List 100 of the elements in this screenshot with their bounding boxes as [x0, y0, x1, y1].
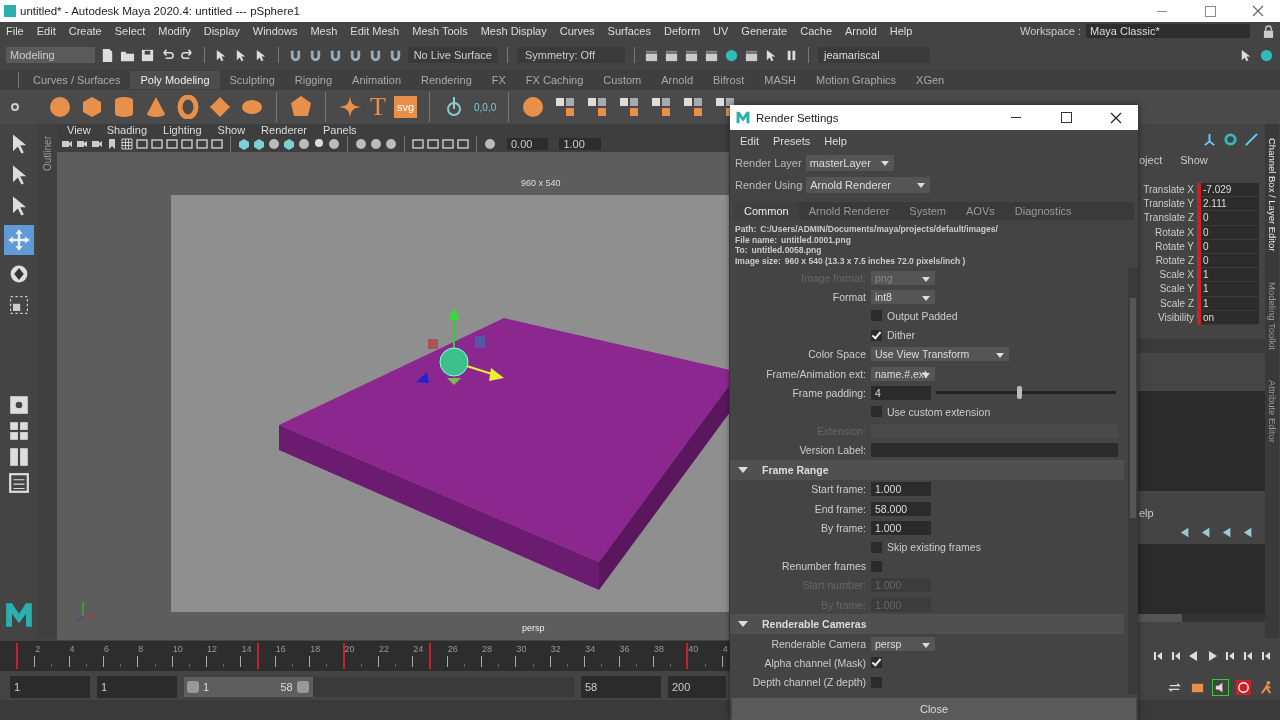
layer-editor-menu[interactable]: elp — [1139, 507, 1154, 520]
attribute-value[interactable]: 0 — [1201, 211, 1259, 226]
exposure-field[interactable]: 0.00 — [507, 138, 549, 150]
speaker-icon[interactable] — [1213, 679, 1228, 695]
sphere-icon[interactable] — [268, 138, 280, 150]
channel-box-menu[interactable]: Show — [1180, 154, 1208, 166]
settings-tab[interactable]: System — [899, 202, 957, 220]
camera-icon[interactable] — [76, 138, 88, 150]
attribute-value[interactable]: 2.111 — [1201, 197, 1259, 212]
checkbox[interactable] — [871, 676, 882, 688]
end-time-field[interactable]: 200 — [668, 676, 726, 698]
start-time-field[interactable]: 1 — [10, 676, 90, 698]
range-start-handle[interactable] — [187, 681, 199, 693]
freeze-transform-tool[interactable]: 0,0,0 — [474, 101, 497, 113]
settings-tab[interactable]: Diagnostics — [1004, 202, 1082, 220]
cone-icon[interactable] — [144, 95, 168, 119]
move-manipulator-drawing[interactable] — [416, 307, 504, 385]
menu-item[interactable]: Edit — [740, 135, 759, 147]
checkbox[interactable] — [871, 310, 882, 322]
setting-field[interactable]: 1.000 — [871, 482, 931, 497]
menu-item[interactable]: Display — [203, 25, 240, 37]
slab-drawing[interactable] — [279, 318, 729, 590]
menu-item[interactable]: Presets — [772, 135, 811, 147]
playback-icon[interactable] — [1242, 650, 1254, 662]
slider-handle[interactable] — [1017, 386, 1022, 400]
side-tab[interactable]: Modeling Toolkit — [1266, 281, 1278, 350]
cube-icon[interactable] — [80, 95, 104, 119]
close-button[interactable]: Close — [732, 698, 1136, 720]
single-pane-layout-icon[interactable] — [7, 394, 30, 416]
range-slider[interactable]: 1 58 — [184, 677, 574, 697]
caret-down-icon[interactable] — [738, 464, 748, 475]
sphere-icon[interactable] — [484, 138, 496, 150]
menu-item[interactable]: UV — [713, 25, 729, 37]
playback-start-field[interactable]: 1 — [97, 676, 177, 698]
attribute-name[interactable]: Rotate Y — [1137, 239, 1197, 254]
frame-icon[interactable] — [136, 138, 148, 150]
panel-menu[interactable]: Lighting — [163, 124, 202, 136]
gamma-field[interactable]: 1.00 — [559, 138, 601, 150]
shelf-tab[interactable]: Arnold — [651, 71, 704, 89]
panel-menu[interactable]: View — [67, 124, 91, 136]
panel-menu[interactable]: Show — [217, 124, 246, 136]
outliner-tab[interactable]: Outliner — [41, 136, 53, 171]
menu-item[interactable]: Help — [824, 135, 847, 147]
cylinder-icon[interactable] — [112, 95, 136, 119]
sphere-icon[interactable] — [724, 47, 739, 63]
pencil-icon[interactable] — [1244, 132, 1259, 147]
attribute-name[interactable]: Rotate X — [1137, 225, 1197, 240]
cube-icon[interactable] — [283, 138, 295, 150]
shelf-tab[interactable]: Poly Modeling — [130, 71, 220, 89]
menu-item[interactable]: Help — [889, 25, 913, 37]
two-pane-layout-icon[interactable] — [7, 446, 30, 468]
setting-field[interactable]: 4 — [871, 385, 931, 400]
menu-item[interactable]: Windows — [252, 25, 298, 37]
panel-menu[interactable]: Panels — [322, 124, 357, 136]
sphere-icon[interactable] — [355, 138, 367, 150]
sphere-icon[interactable] — [385, 138, 397, 150]
maximize-icon[interactable] — [1060, 111, 1072, 124]
menu-set-dropdown[interactable]: Modeling — [6, 47, 95, 63]
text-field[interactable] — [871, 443, 1118, 458]
shelf-tab[interactable]: MASH — [754, 71, 806, 89]
camera-icon[interactable] — [91, 138, 103, 150]
shelf-tab[interactable]: FX — [481, 71, 516, 89]
playback-icon[interactable] — [1260, 650, 1272, 662]
menu-item[interactable]: Generate — [741, 25, 788, 37]
checkbox[interactable] — [871, 657, 882, 669]
attribute-value[interactable]: 0 — [1201, 254, 1259, 269]
attribute-name[interactable]: Translate Y — [1137, 197, 1197, 212]
grid-icon[interactable] — [121, 138, 133, 150]
checkbox[interactable] — [871, 541, 882, 553]
shelf-tab[interactable]: FX Caching — [515, 71, 594, 89]
settings-tab[interactable]: AOVs — [956, 202, 1005, 220]
menu-item[interactable]: Mesh Display — [480, 25, 547, 37]
close-icon[interactable] — [1110, 111, 1122, 124]
range-slider-bar[interactable] — [184, 677, 313, 697]
viewport-3d[interactable] — [57, 152, 729, 640]
save-icon[interactable] — [139, 47, 155, 63]
cube-icon[interactable] — [238, 138, 250, 150]
torus-icon[interactable] — [176, 95, 200, 119]
renderer-dropdown[interactable]: Arnold Renderer — [806, 177, 931, 193]
side-tab[interactable]: Channel Box / Layer Editor — [1266, 138, 1278, 252]
text-tool[interactable]: T — [370, 94, 386, 120]
frame-icon[interactable] — [442, 138, 454, 150]
settings-tab[interactable]: Common — [734, 202, 799, 220]
playback-icon[interactable] — [1206, 650, 1218, 662]
settings-tab[interactable]: Arnold Renderer — [798, 202, 900, 220]
attribute-name[interactable]: Scale Y — [1137, 282, 1197, 297]
menu-item[interactable]: Modify — [158, 25, 191, 37]
menu-item[interactable]: Mesh Tools — [412, 25, 468, 37]
frame-icon[interactable] — [196, 138, 208, 150]
attribute-value[interactable]: 1 — [1201, 282, 1259, 297]
sphere-icon[interactable] — [328, 138, 340, 150]
shelf-tab[interactable]: Animation — [342, 71, 411, 89]
square-icon[interactable] — [166, 138, 178, 150]
menu-item[interactable]: Create — [68, 25, 102, 37]
render-layer-dropdown[interactable]: masterLayer — [805, 155, 894, 171]
menu-item[interactable]: File — [6, 25, 24, 37]
shelf-tab[interactable]: Curves / Surfaces — [23, 71, 131, 89]
panel-menu[interactable]: Shading — [106, 124, 148, 136]
menu-item[interactable]: Edit Mesh — [350, 25, 400, 37]
section-header[interactable]: Frame Range — [730, 459, 1124, 480]
